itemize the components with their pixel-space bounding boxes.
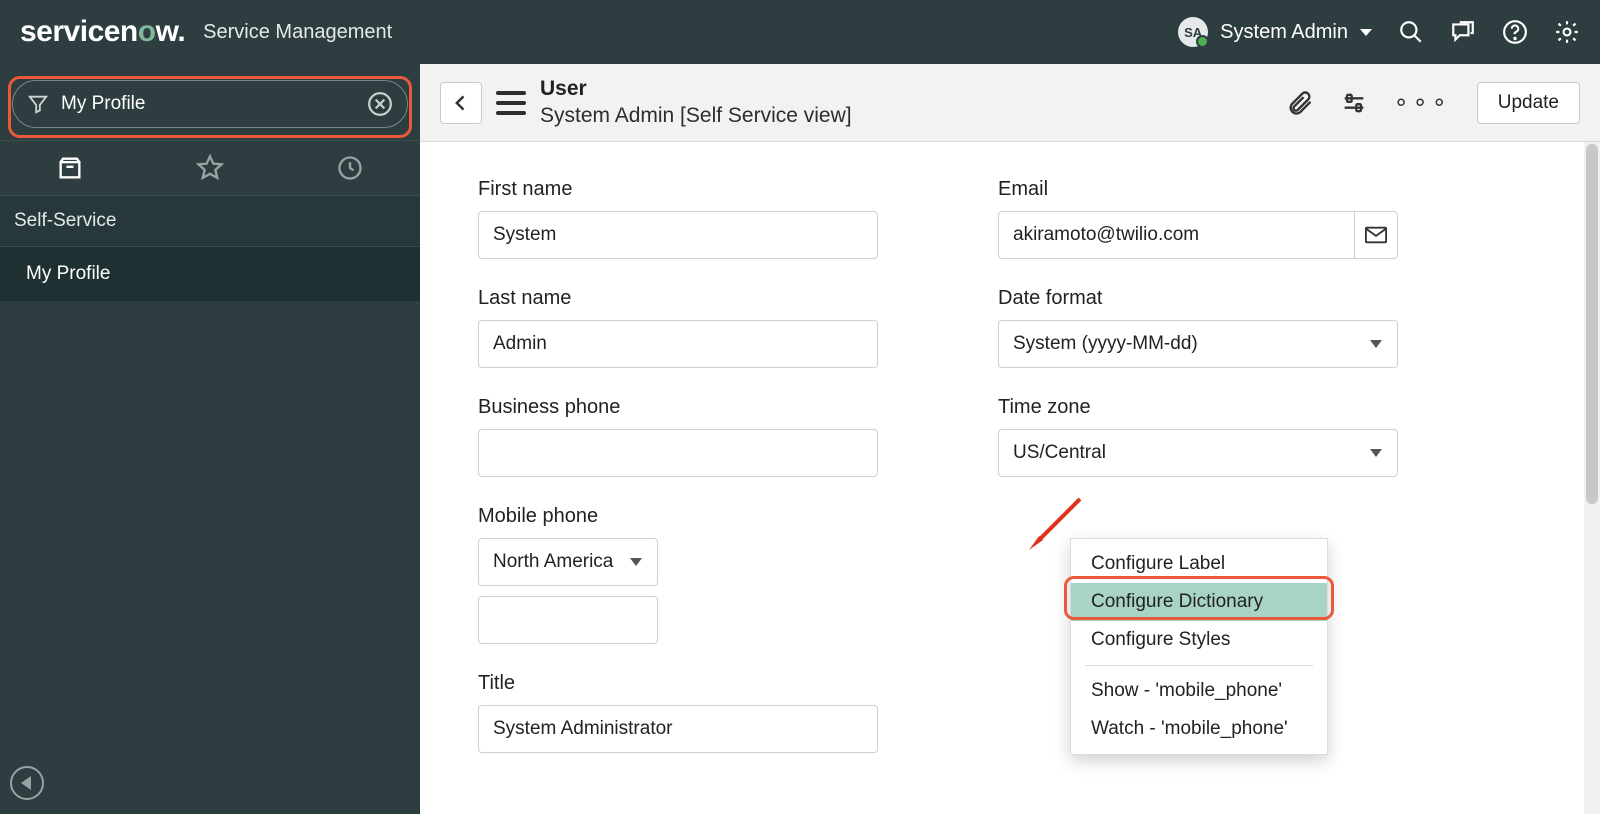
mobile-phone-input[interactable] <box>478 596 658 644</box>
last-name-label: Last name <box>478 287 878 310</box>
time-zone-label: Time zone <box>998 396 1398 419</box>
star-icon <box>196 154 224 182</box>
search-icon[interactable] <box>1398 19 1424 45</box>
logo-text-2: w <box>156 15 178 48</box>
email-label: Email <box>998 178 1398 201</box>
help-icon[interactable] <box>1502 19 1528 45</box>
title-label: Title <box>478 672 878 695</box>
email-compose-button[interactable] <box>1355 211 1398 259</box>
scrollbar-thumb[interactable] <box>1586 144 1598 504</box>
mobile-phone-label: Mobile phone <box>478 505 878 528</box>
title-input[interactable] <box>478 705 878 753</box>
clear-filter-icon[interactable] <box>367 91 393 117</box>
personalize-form-icon[interactable] <box>1340 89 1368 117</box>
nav-tab-all[interactable] <box>0 141 140 195</box>
logo-text-o: o <box>138 15 156 48</box>
left-nav: Self-Service My Profile <box>0 64 420 814</box>
form-header: User System Admin [Self Service view] ∘∘… <box>420 64 1600 142</box>
date-format-label: Date format <box>998 287 1398 310</box>
more-options-icon[interactable]: ∘∘∘ <box>1394 88 1451 117</box>
back-button[interactable] <box>440 82 482 124</box>
gear-icon[interactable] <box>1554 19 1580 45</box>
first-name-input[interactable] <box>478 211 878 259</box>
field-context-menu: Configure Label Configure Dictionary Con… <box>1070 538 1328 755</box>
ctx-watch-field[interactable]: Watch - 'mobile_phone' <box>1071 710 1327 748</box>
form-title: User <box>540 76 852 102</box>
scrollbar[interactable] <box>1584 142 1600 814</box>
clock-icon <box>336 154 364 182</box>
ctx-configure-dictionary[interactable]: Configure Dictionary <box>1071 583 1327 621</box>
main-content: User System Admin [Self Service view] ∘∘… <box>420 64 1600 814</box>
last-name-input[interactable] <box>478 320 878 368</box>
user-menu[interactable]: SA System Admin <box>1178 17 1372 47</box>
business-phone-input[interactable] <box>478 429 878 477</box>
logo: servicenow. <box>20 15 185 49</box>
logo-dot: . <box>177 15 185 48</box>
first-name-label: First name <box>478 178 878 201</box>
email-input[interactable] <box>998 211 1355 259</box>
date-format-select[interactable] <box>998 320 1398 368</box>
logo-text-1: servicen <box>20 15 138 48</box>
nav-filter[interactable] <box>12 80 408 128</box>
global-banner: servicenow. Service Management SA System… <box>0 0 1600 64</box>
box-icon <box>56 154 84 182</box>
product-name: Service Management <box>203 21 392 44</box>
nav-tab-history[interactable] <box>280 141 420 195</box>
chevron-left-icon <box>451 93 471 113</box>
chevron-down-icon <box>1360 29 1372 36</box>
form-title-block: User System Admin [Self Service view] <box>540 76 852 129</box>
ctx-configure-styles[interactable]: Configure Styles <box>1071 621 1327 659</box>
time-zone-select[interactable] <box>998 429 1398 477</box>
mobile-phone-region-select[interactable] <box>478 538 658 586</box>
form-body: First name Last name Business phone Mobi… <box>420 142 1600 814</box>
nav-filter-input[interactable] <box>61 93 367 115</box>
update-button[interactable]: Update <box>1477 82 1580 124</box>
chat-icon[interactable] <box>1450 19 1476 45</box>
username-label: System Admin <box>1220 21 1348 44</box>
business-phone-label: Business phone <box>478 396 878 419</box>
nav-tabs <box>0 140 420 196</box>
form-context-menu-button[interactable] <box>496 91 526 115</box>
nav-app-self-service[interactable]: Self-Service <box>0 196 420 247</box>
ctx-separator <box>1085 665 1313 666</box>
form-subtitle: System Admin [Self Service view] <box>540 103 852 129</box>
envelope-icon <box>1365 226 1387 244</box>
ctx-configure-label[interactable]: Configure Label <box>1071 545 1327 583</box>
funnel-icon <box>27 93 49 115</box>
attachment-icon[interactable] <box>1286 89 1314 117</box>
ctx-show-field[interactable]: Show - 'mobile_phone' <box>1071 672 1327 710</box>
nav-module-my-profile[interactable]: My Profile <box>0 247 420 301</box>
nav-collapse-button[interactable] <box>10 766 44 800</box>
avatar: SA <box>1178 17 1208 47</box>
nav-tab-favorites[interactable] <box>140 141 280 195</box>
